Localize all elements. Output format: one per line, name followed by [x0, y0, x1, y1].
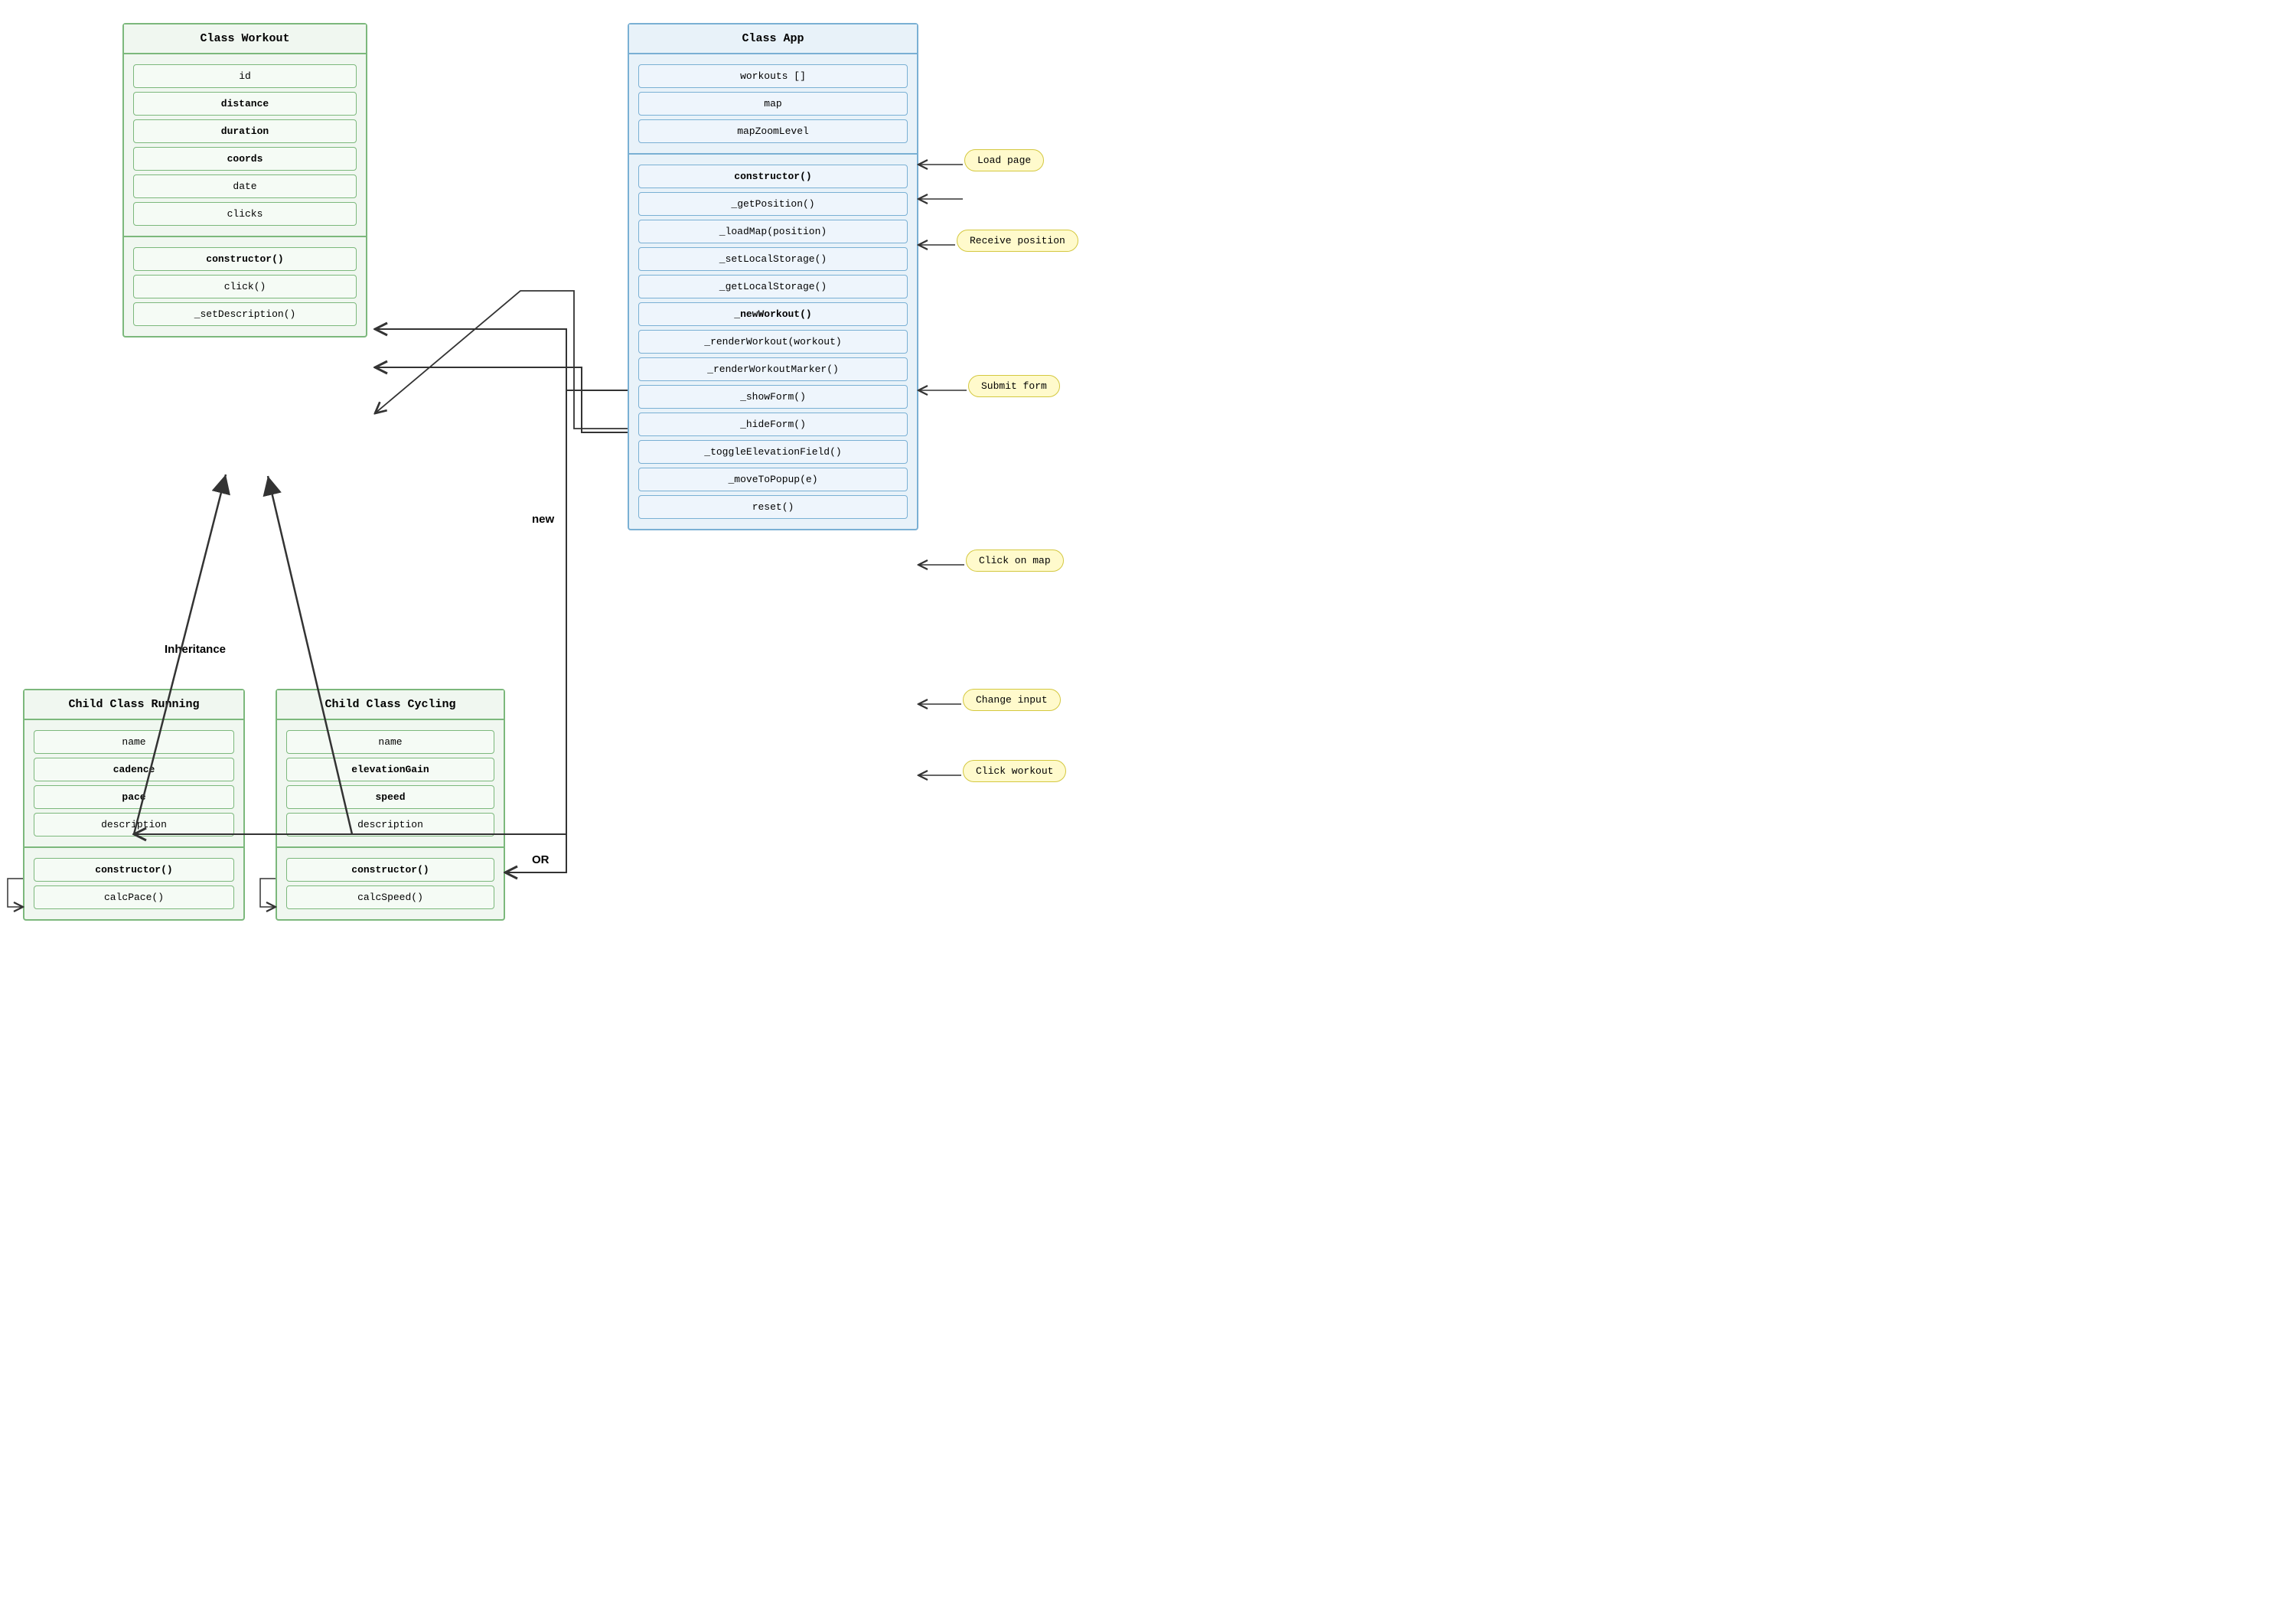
field-duration: duration	[133, 119, 357, 143]
app-field-map: map	[638, 92, 908, 116]
class-cycling-box: Child Class Cycling name elevationGain s…	[276, 689, 505, 921]
cycling-method-constructor: constructor()	[286, 858, 494, 882]
app-method-movetopopup: _moveToPopup(e)	[638, 468, 908, 491]
field-clicks: clicks	[133, 202, 357, 226]
app-method-setlocal: _setLocalStorage()	[638, 247, 908, 271]
running-methods-section: constructor() calcPace()	[24, 848, 243, 919]
app-method-toggleelevation: _toggleElevationField()	[638, 440, 908, 464]
workout-methods-section: constructor() click() _setDescription()	[124, 237, 366, 336]
app-method-rendermarker: _renderWorkoutMarker()	[638, 357, 908, 381]
cycling-field-speed: speed	[286, 785, 494, 809]
cycling-field-name: name	[286, 730, 494, 754]
class-cycling-title: Child Class Cycling	[277, 690, 504, 720]
running-field-description: description	[34, 813, 234, 837]
or-label: OR	[532, 853, 550, 866]
class-workout-title: Class Workout	[124, 24, 366, 54]
workout-fields-section: id distance duration coords date clicks	[124, 54, 366, 237]
cycling-field-elevation: elevationGain	[286, 758, 494, 781]
class-running-box: Child Class Running name cadence pace de…	[23, 689, 245, 921]
app-field-mapzoom: mapZoomLevel	[638, 119, 908, 143]
app-method-newworkout: _newWorkout()	[638, 302, 908, 326]
cycling-fields-section: name elevationGain speed description	[277, 720, 504, 848]
app-method-getposition: _getPosition()	[638, 192, 908, 216]
class-app-box: Class App workouts [] map mapZoomLevel c…	[628, 23, 918, 530]
label-receive-position: Receive position	[957, 230, 1078, 252]
running-field-pace: pace	[34, 785, 234, 809]
cycling-field-description: description	[286, 813, 494, 837]
running-fields-section: name cadence pace description	[24, 720, 243, 848]
diagram-container: Class Workout id distance duration coord…	[0, 0, 2296, 1598]
method-click: click()	[133, 275, 357, 298]
running-field-name: name	[34, 730, 234, 754]
method-setdescription: _setDescription()	[133, 302, 357, 326]
field-distance: distance	[133, 92, 357, 116]
class-workout-box: Class Workout id distance duration coord…	[122, 23, 367, 338]
cycling-method-calcspeed: calcSpeed()	[286, 885, 494, 909]
class-app-title: Class App	[629, 24, 917, 54]
app-method-showform: _showForm()	[638, 385, 908, 409]
running-method-constructor: constructor()	[34, 858, 234, 882]
cycling-methods-section: constructor() calcSpeed()	[277, 848, 504, 919]
app-method-renderworkout: _renderWorkout(workout)	[638, 330, 908, 354]
app-methods-section: constructor() _getPosition() _loadMap(po…	[629, 155, 917, 529]
app-method-getlocal: _getLocalStorage()	[638, 275, 908, 298]
app-method-constructor: constructor()	[638, 165, 908, 188]
app-fields-section: workouts [] map mapZoomLevel	[629, 54, 917, 155]
new-label: new	[532, 513, 554, 526]
method-constructor: constructor()	[133, 247, 357, 271]
running-method-calcpace: calcPace()	[34, 885, 234, 909]
field-id: id	[133, 64, 357, 88]
app-method-loadmap: _loadMap(position)	[638, 220, 908, 243]
app-method-hideform: _hideForm()	[638, 413, 908, 436]
label-load-page: Load page	[964, 149, 1044, 171]
label-submit-form: Submit form	[968, 375, 1060, 397]
app-method-reset: reset()	[638, 495, 908, 519]
app-field-workouts: workouts []	[638, 64, 908, 88]
label-click-on-map: Click on map	[966, 550, 1064, 572]
class-running-title: Child Class Running	[24, 690, 243, 720]
label-change-input: Change input	[963, 689, 1061, 711]
field-coords: coords	[133, 147, 357, 171]
running-field-cadence: cadence	[34, 758, 234, 781]
label-click-workout: Click workout	[963, 760, 1066, 782]
inheritance-label: Inheritance	[165, 643, 226, 656]
field-date: date	[133, 174, 357, 198]
